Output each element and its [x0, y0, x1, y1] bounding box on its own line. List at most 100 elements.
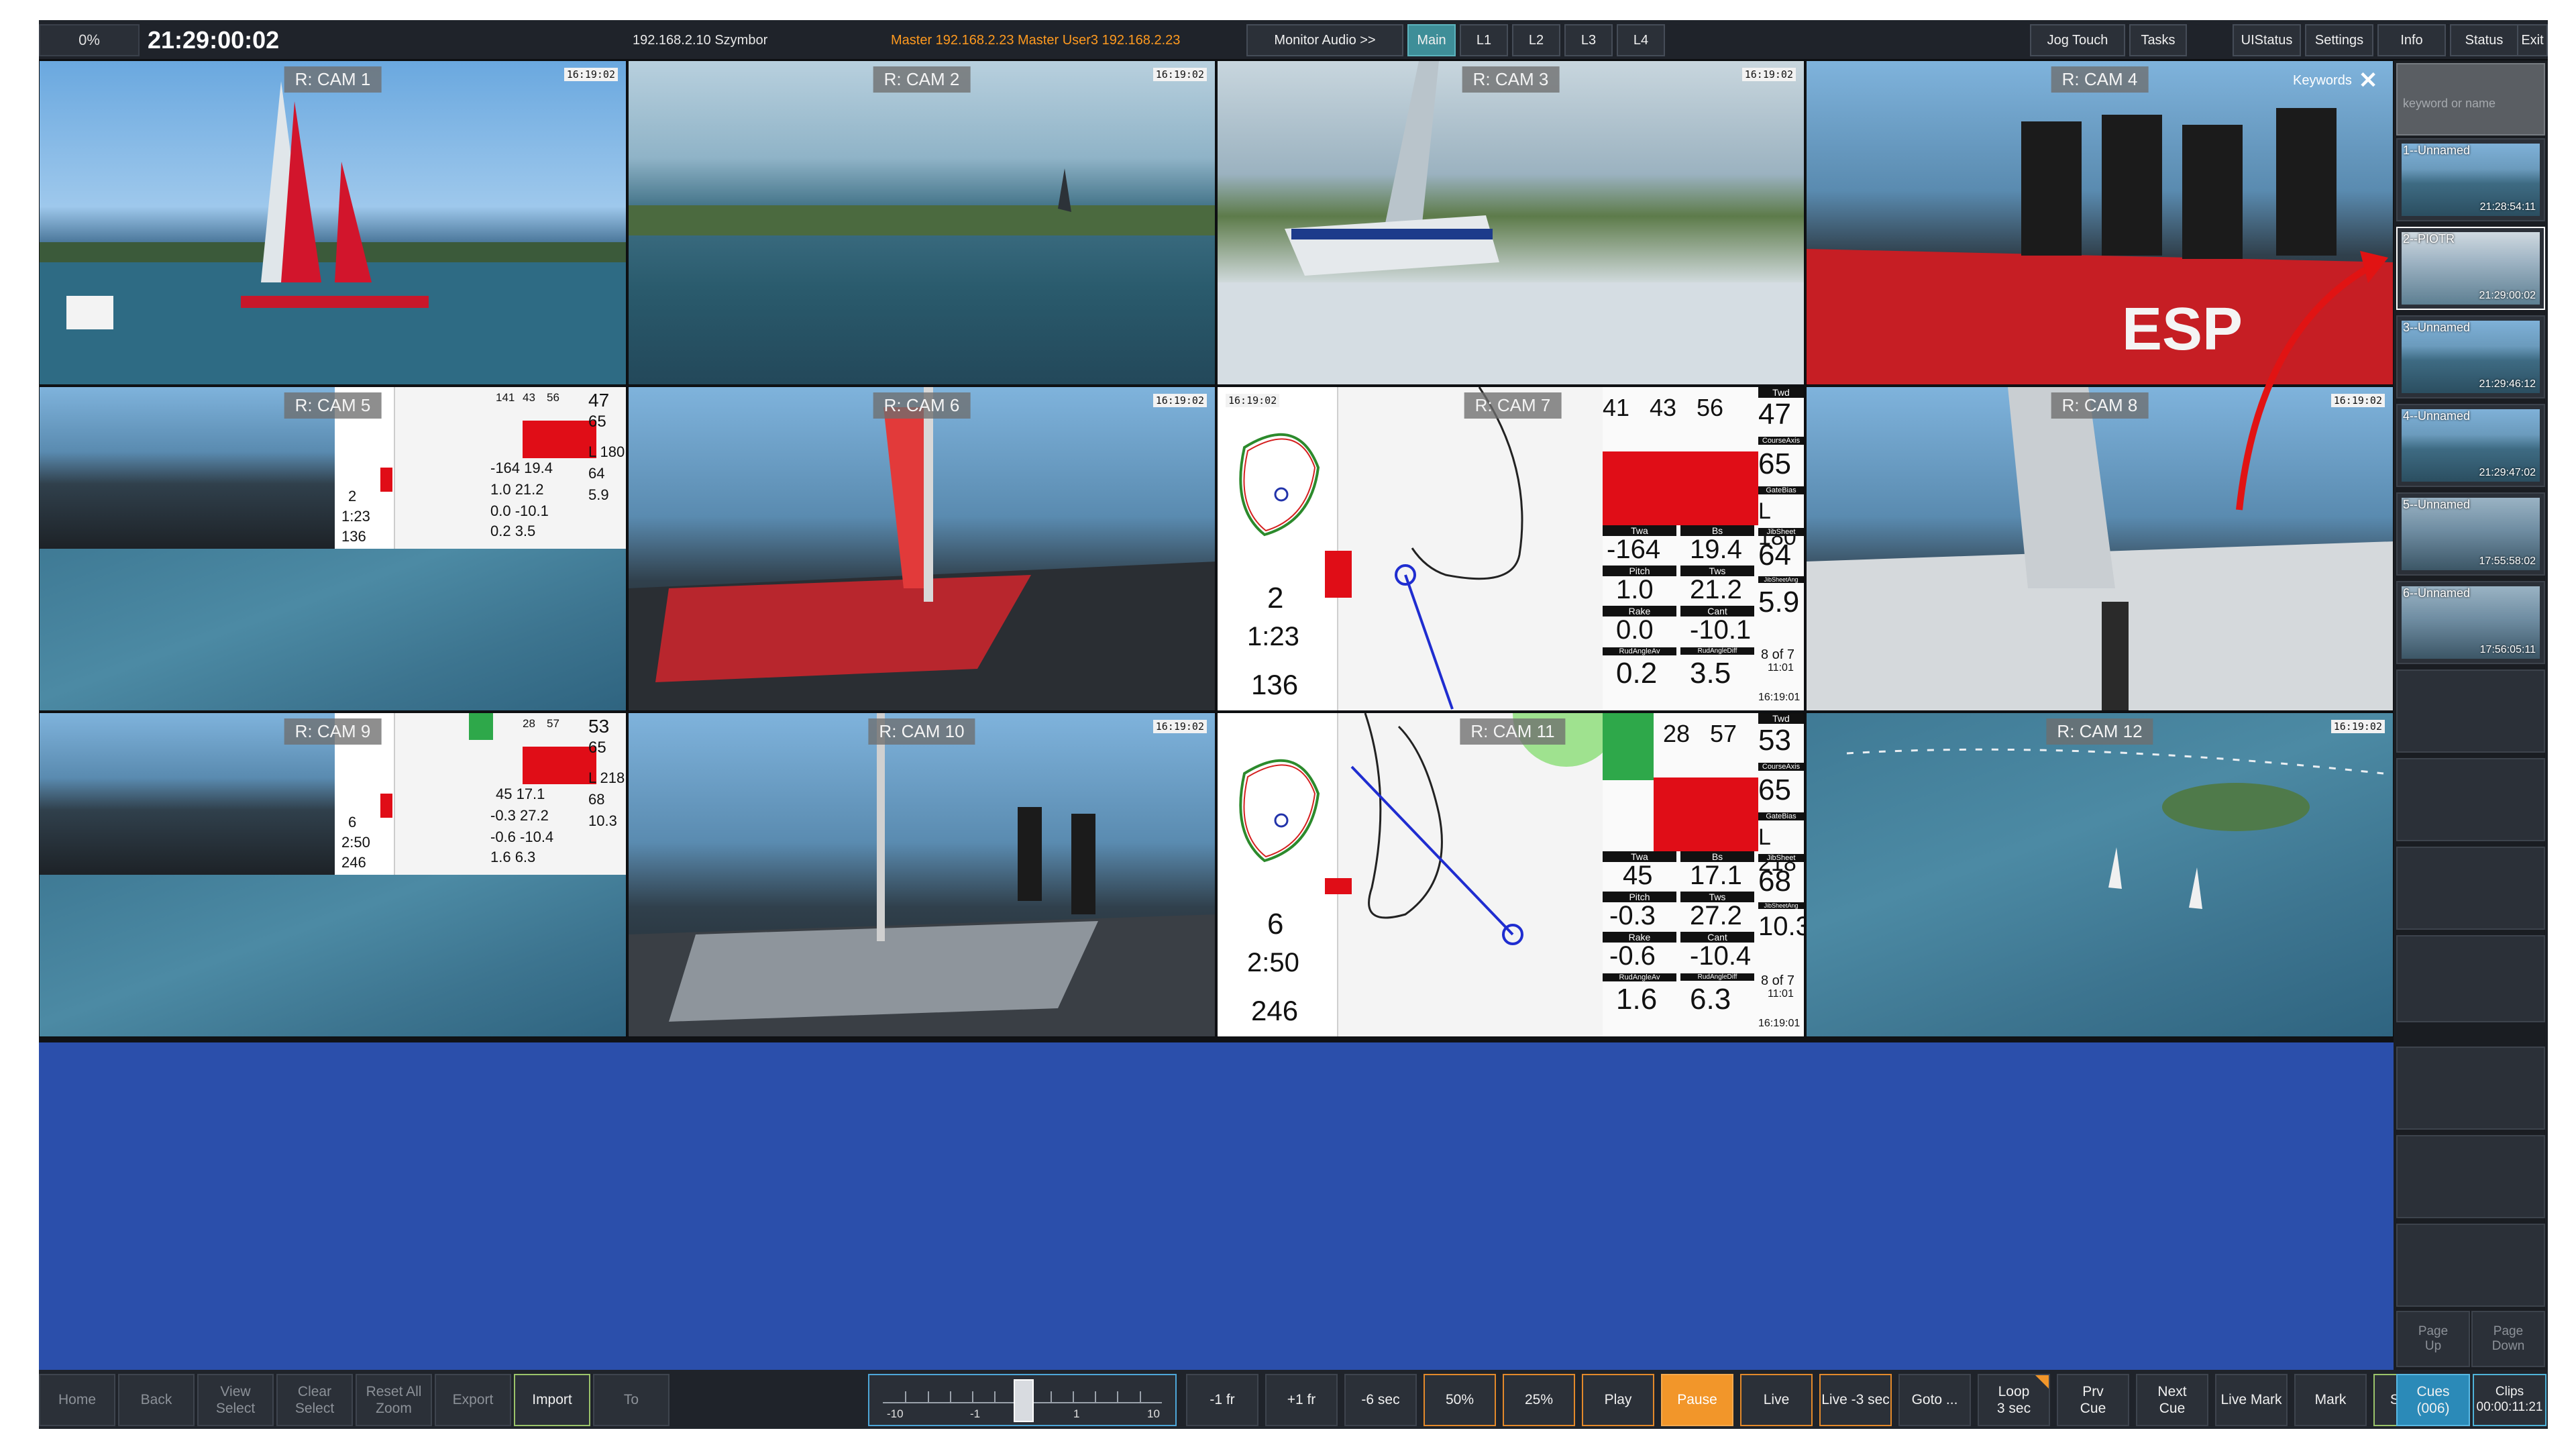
camera-label: R: CAM 2: [873, 66, 971, 93]
tab-l3[interactable]: L3: [1564, 24, 1613, 56]
jog-knob[interactable]: [1014, 1379, 1034, 1422]
minus-6-sec-button[interactable]: -6 sec: [1344, 1374, 1417, 1426]
deck-crew-graphic: [629, 713, 1215, 1036]
play-button[interactable]: Play: [1582, 1374, 1654, 1426]
telemetry-red-block: [523, 421, 596, 458]
clip-thumb-2[interactable]: 2--PIOTR 21:29:00:02: [2396, 227, 2545, 310]
jib-sheet-label: JibSheet: [1758, 528, 1804, 536]
speed-25-button[interactable]: 25%: [1503, 1374, 1575, 1426]
tab-main[interactable]: Main: [1407, 24, 1456, 56]
twd-label: Twd: [1758, 713, 1804, 724]
live-minus-3-button[interactable]: Live -3 sec: [1819, 1374, 1892, 1426]
camera-tile-6[interactable]: R: CAM 6 16:19:02: [628, 386, 1216, 711]
next-cue-button[interactable]: Next Cue: [2136, 1374, 2208, 1426]
plus-1-frame-button[interactable]: +1 fr: [1265, 1374, 1338, 1426]
camera-label: R: CAM 1: [284, 66, 382, 93]
cant-value: -10.1: [1690, 615, 1752, 645]
clear-select-button[interactable]: Clear Select: [276, 1374, 353, 1426]
clip-thumb-5[interactable]: 5--Unnamed 17:55:58:02: [2396, 492, 2545, 576]
clip-slot-empty[interactable]: [2396, 1135, 2545, 1218]
camera-tile-3[interactable]: R: CAM 3 16:19:02: [1217, 60, 1805, 385]
replay-app: 0% 21:29:00:02 192.168.2.10 Szymbor Mast…: [39, 20, 2548, 1429]
tab-l2[interactable]: L2: [1512, 24, 1560, 56]
exit-button[interactable]: Exit: [2517, 24, 2548, 56]
camera-tile-2[interactable]: R: CAM 2 16:19:02: [628, 60, 1216, 385]
view-select-button[interactable]: View Select: [197, 1374, 274, 1426]
keyword-search-input[interactable]: keyword or name: [2396, 63, 2545, 136]
clip-slot-empty[interactable]: [2396, 847, 2545, 930]
settings-button[interactable]: Settings: [2305, 24, 2373, 56]
clip-slot-empty[interactable]: [2396, 935, 2545, 1022]
camera-tile-11[interactable]: 6 2:50 246 28 57 Twd 53 CourseAxis 65 Ga…: [1217, 712, 1805, 1037]
reset-zoom-button[interactable]: Reset All Zoom: [356, 1374, 432, 1426]
page-up-button[interactable]: Page Up: [2396, 1311, 2470, 1367]
camera-tile-5[interactable]: 141 43 56 47 65 -164 19.4 L 180 1.0 21.2…: [39, 386, 627, 711]
status-button[interactable]: Status: [2450, 24, 2518, 56]
tasks-button[interactable]: Tasks: [2129, 24, 2187, 56]
rud-angle-diff-value: 3.5: [1690, 657, 1731, 690]
live-button[interactable]: Live: [1740, 1374, 1813, 1426]
mini-top-1: 141: [496, 391, 515, 404]
rake-value: 0.0: [1616, 615, 1654, 645]
live-mark-button[interactable]: Live Mark: [2215, 1374, 2288, 1426]
tab-l4[interactable]: L4: [1617, 24, 1665, 56]
camera-label: R: CAM 3: [1462, 66, 1560, 93]
mini-left-2: 1:23: [341, 508, 370, 525]
camera-feed: [1807, 713, 2393, 1036]
clip-slot-empty[interactable]: [2396, 1224, 2545, 1307]
goto-button[interactable]: Goto ...: [1898, 1374, 1971, 1426]
clip-thumb-4[interactable]: 4--Unnamed 21:29:47:02: [2396, 404, 2545, 487]
empty-playlist-area: [39, 1042, 2394, 1370]
deck-graphic: [629, 387, 1215, 710]
clip-thumb-6[interactable]: 6--Unnamed 17:56:05:11: [2396, 581, 2545, 664]
camera-tile-8[interactable]: R: CAM 8 16:19:02: [1806, 386, 2394, 711]
camera-tile-10[interactable]: R: CAM 10 16:19:02: [628, 712, 1216, 1037]
speed-50-button[interactable]: 50%: [1424, 1374, 1496, 1426]
import-button[interactable]: Import: [514, 1374, 590, 1426]
jog-touch-button[interactable]: Jog Touch: [2030, 24, 2125, 56]
camera-label: R: CAM 9: [284, 718, 382, 745]
clip-slot-empty[interactable]: [2396, 1046, 2545, 1130]
clip-time: 21:28:54:11: [2479, 201, 2536, 213]
clip-slot-empty[interactable]: [2396, 669, 2545, 753]
gate-bias-label: GateBias: [1758, 486, 1804, 494]
close-icon[interactable]: ✕: [2359, 67, 2378, 94]
page-down-button[interactable]: Page Down: [2471, 1311, 2545, 1367]
minus-1-frame-button[interactable]: -1 fr: [1186, 1374, 1258, 1426]
clip-slot-empty[interactable]: [2396, 758, 2545, 841]
tab-l1[interactable]: L1: [1460, 24, 1508, 56]
mark-button[interactable]: Mark: [2294, 1374, 2367, 1426]
catamaran-graphic: [1218, 61, 1804, 384]
camera-tile-4[interactable]: ESP R: CAM 4: [1806, 60, 2394, 385]
prev-cue-button[interactable]: Prv Cue: [2057, 1374, 2129, 1426]
clips-button[interactable]: Clips 00:00:11:21: [2473, 1374, 2546, 1426]
pause-button[interactable]: Pause: [1661, 1374, 1733, 1426]
to-button[interactable]: To: [593, 1374, 669, 1426]
camera-tile-9[interactable]: 28 57 53 65 45 17.1 L 218 -0.3 27.2 68 -…: [39, 712, 627, 1037]
course-axis-label: CourseAxis: [1758, 763, 1804, 771]
course-map-graphic: [1239, 759, 1320, 863]
camera-tile-1[interactable]: R: CAM 1 16:19:02: [39, 60, 627, 385]
jog-slider[interactable]: -10 -1 1 10: [868, 1374, 1177, 1426]
clip-thumb-3[interactable]: 3--Unnamed 21:29:46:12: [2396, 315, 2545, 398]
home-button[interactable]: Home: [39, 1374, 115, 1426]
telemetry-red-marker: [380, 794, 392, 818]
camera-tile-12[interactable]: R: CAM 12 16:19:02: [1806, 712, 2394, 1037]
camera-tile-7[interactable]: 2 1:23 136 41 43 56 Twd 47 CourseAxis 65…: [1217, 386, 1805, 711]
clip-thumb-1[interactable]: 1--Unnamed 21:28:54:11: [2396, 138, 2545, 221]
mini-row-6: 0.0 -10.1: [490, 502, 549, 519]
info-button[interactable]: Info: [2377, 24, 2446, 56]
back-button[interactable]: Back: [118, 1374, 195, 1426]
cues-button[interactable]: Cues (006): [2396, 1374, 2470, 1426]
loop-button[interactable]: Loop 3 sec: [1978, 1374, 2050, 1426]
jib-sheet-ang-value: 10.3: [1758, 912, 1804, 941]
export-button[interactable]: Export: [435, 1374, 511, 1426]
jog-tick: [994, 1391, 996, 1402]
camera-feed: [629, 713, 1215, 1036]
uistatus-button[interactable]: UIStatus: [2233, 24, 2301, 56]
sailboat-graphic: [40, 81, 626, 384]
top-value-1: 41: [1603, 394, 1630, 421]
course-axis-label: CourseAxis: [1758, 437, 1804, 445]
jib-sheet-label: JibSheet: [1758, 854, 1804, 862]
monitor-audio-button[interactable]: Monitor Audio >>: [1246, 24, 1403, 56]
